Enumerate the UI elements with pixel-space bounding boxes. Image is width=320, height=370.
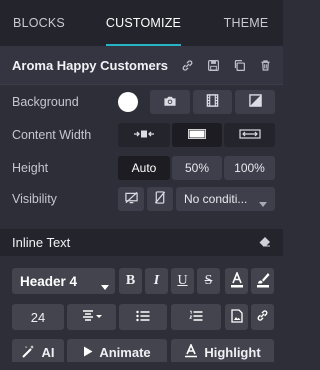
background-image-button[interactable]: [150, 90, 190, 114]
visibility-row: Visibility No conditi...: [0, 186, 283, 212]
height-label: Height: [12, 161, 49, 175]
block-title: Aroma Happy Customers: [12, 57, 169, 73]
magic-wand-icon: [21, 344, 36, 361]
bullet-list-icon: [136, 310, 150, 325]
link-icon[interactable]: [179, 57, 195, 73]
align-center-icon: [81, 309, 103, 325]
trash-icon[interactable]: [257, 57, 273, 73]
width-medium-button[interactable]: [172, 123, 222, 147]
insert-link-button[interactable]: [251, 304, 274, 330]
ai-label: AI: [41, 344, 55, 360]
heading-select[interactable]: Header 4: [12, 268, 115, 294]
text-color-button[interactable]: [225, 268, 248, 294]
italic-button[interactable]: I: [145, 268, 168, 294]
height-row: Height Auto 50% 100%: [0, 155, 283, 181]
play-icon: [83, 345, 93, 360]
underline-button[interactable]: U: [171, 268, 194, 294]
eraser-icon[interactable]: [259, 234, 271, 252]
inline-text-header: Inline Text: [0, 229, 283, 256]
camera-icon: [163, 95, 177, 110]
insert-file-button[interactable]: [225, 304, 248, 330]
visibility-label: Visibility: [12, 192, 57, 206]
visibility-condition-select[interactable]: No conditi...: [176, 187, 275, 211]
content-width-label: Content Width: [12, 128, 92, 142]
highlight-label: Highlight: [204, 344, 261, 360]
height-50-button[interactable]: 50%: [172, 156, 222, 180]
hide-mobile-button[interactable]: [147, 187, 173, 211]
strikethrough-button[interactable]: S: [197, 268, 220, 294]
width-full-button[interactable]: [224, 123, 275, 147]
align-select[interactable]: [67, 304, 116, 330]
customize-panel: BLOCKS CUSTOMIZE THEME Aroma Happy Custo…: [0, 0, 283, 370]
bold-button[interactable]: B: [119, 268, 142, 294]
height-auto-button[interactable]: Auto: [118, 156, 170, 180]
tab-bar: BLOCKS CUSTOMIZE THEME: [0, 0, 283, 46]
tab-blocks[interactable]: BLOCKS: [10, 0, 68, 46]
block-header: Aroma Happy Customers: [0, 46, 283, 85]
hide-desktop-icon: [124, 191, 138, 207]
text-color-icon: [230, 270, 244, 291]
link-icon: [256, 309, 269, 325]
narrow-width-icon: [133, 128, 155, 142]
chevron-down-icon: [259, 196, 267, 210]
gradient-icon: [248, 94, 262, 110]
inline-text-title: Inline Text: [12, 235, 71, 250]
highlight-color-button[interactable]: [251, 268, 274, 294]
medium-width-icon: [188, 128, 206, 142]
background-color-swatch[interactable]: [118, 92, 138, 112]
visibility-condition-value: No conditi...: [184, 192, 248, 206]
background-row: Background: [0, 89, 283, 115]
hide-mobile-icon: [154, 191, 166, 207]
tab-customize[interactable]: CUSTOMIZE: [106, 0, 181, 46]
bullet-list-button[interactable]: [119, 304, 167, 330]
tab-theme[interactable]: THEME: [221, 0, 271, 46]
save-icon[interactable]: [205, 57, 221, 73]
file-image-icon: [230, 308, 243, 326]
background-video-button[interactable]: [193, 90, 232, 114]
duplicate-icon[interactable]: [231, 57, 247, 73]
numbered-list-icon: [189, 310, 203, 325]
highlight-icon: [184, 342, 198, 361]
heading-select-value: Header 4: [20, 273, 78, 289]
brush-icon: [256, 272, 270, 291]
full-width-icon: [238, 128, 261, 142]
hide-desktop-button[interactable]: [118, 187, 144, 211]
font-size-input[interactable]: 24: [12, 304, 64, 330]
content-width-row: Content Width: [0, 122, 283, 148]
numbered-list-button[interactable]: [171, 304, 221, 330]
background-gradient-button[interactable]: [235, 90, 275, 114]
chevron-down-icon: [101, 278, 109, 293]
animate-label: Animate: [99, 344, 151, 360]
background-label: Background: [12, 95, 79, 109]
panel-bottom: [0, 362, 283, 370]
height-100-button[interactable]: 100%: [224, 156, 275, 180]
film-icon: [206, 94, 219, 110]
width-narrow-button[interactable]: [118, 123, 170, 147]
